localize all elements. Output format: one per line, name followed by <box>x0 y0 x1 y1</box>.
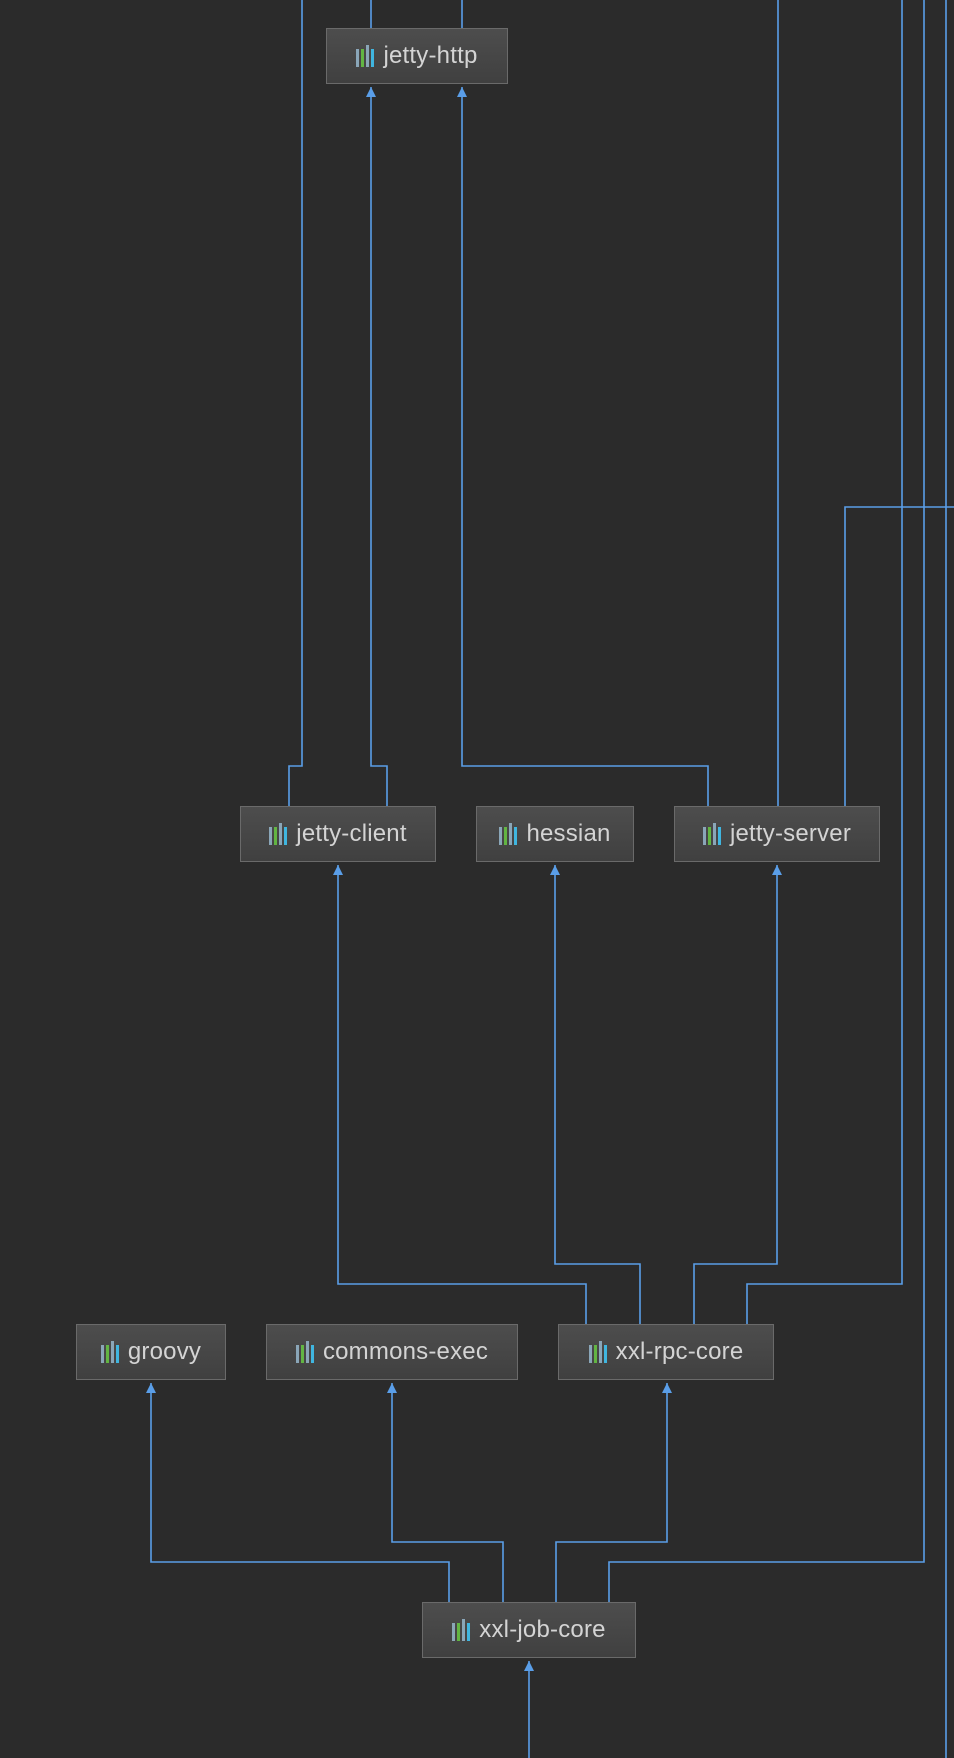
edge-layer <box>146 0 954 1758</box>
edge-jetty-client-to-jetty-http <box>366 87 388 806</box>
library-icon <box>100 1341 119 1363</box>
edge-xxl-job-core-to-commons-exec <box>387 1383 504 1602</box>
dependency-diagram: jetty-http jetty-client hessian jetty-se… <box>0 0 954 1758</box>
edge-xxl-rpc-core-to-jetty-server <box>693 865 782 1324</box>
edge-jetty-server-offscreen-b <box>844 506 954 806</box>
edge-xxl-rpc-core-to-jetty-client <box>333 865 587 1324</box>
node-label: jetty-http <box>383 42 478 69</box>
node-label: xxl-rpc-core <box>615 1338 744 1365</box>
node-hessian[interactable]: hessian <box>476 806 634 862</box>
node-label: groovy <box>127 1338 202 1365</box>
node-jetty-client[interactable]: jetty-client <box>240 806 436 862</box>
edge-xxl-rpc-core-to-hessian <box>550 865 641 1324</box>
library-icon <box>269 823 288 845</box>
node-label: jetty-client <box>296 820 407 847</box>
edge-jetty-client-offscreen <box>288 0 303 806</box>
node-jetty-http[interactable]: jetty-http <box>326 28 508 84</box>
node-commons-exec[interactable]: commons-exec <box>266 1324 518 1380</box>
node-xxl-job-core[interactable]: xxl-job-core <box>422 1602 636 1658</box>
library-icon <box>452 1619 471 1641</box>
library-icon <box>588 1341 607 1363</box>
library-icon <box>499 823 518 845</box>
node-label: commons-exec <box>322 1338 489 1365</box>
node-label: jetty-server <box>729 820 852 847</box>
node-groovy[interactable]: groovy <box>76 1324 226 1380</box>
edge-xxl-rpc-core-offscreen <box>746 0 903 1324</box>
node-xxl-rpc-core[interactable]: xxl-rpc-core <box>558 1324 774 1380</box>
edge-xxl-job-core-to-xxl-rpc-core <box>555 1383 672 1602</box>
edge-jetty-server-to-jetty-http <box>457 87 709 806</box>
node-jetty-server[interactable]: jetty-server <box>674 806 880 862</box>
library-icon <box>295 1341 314 1363</box>
node-label: xxl-job-core <box>479 1616 606 1643</box>
library-icon <box>702 823 721 845</box>
library-icon <box>356 45 375 67</box>
edge-xxl-job-core-to-groovy <box>146 1383 450 1602</box>
node-label: hessian <box>526 820 611 847</box>
